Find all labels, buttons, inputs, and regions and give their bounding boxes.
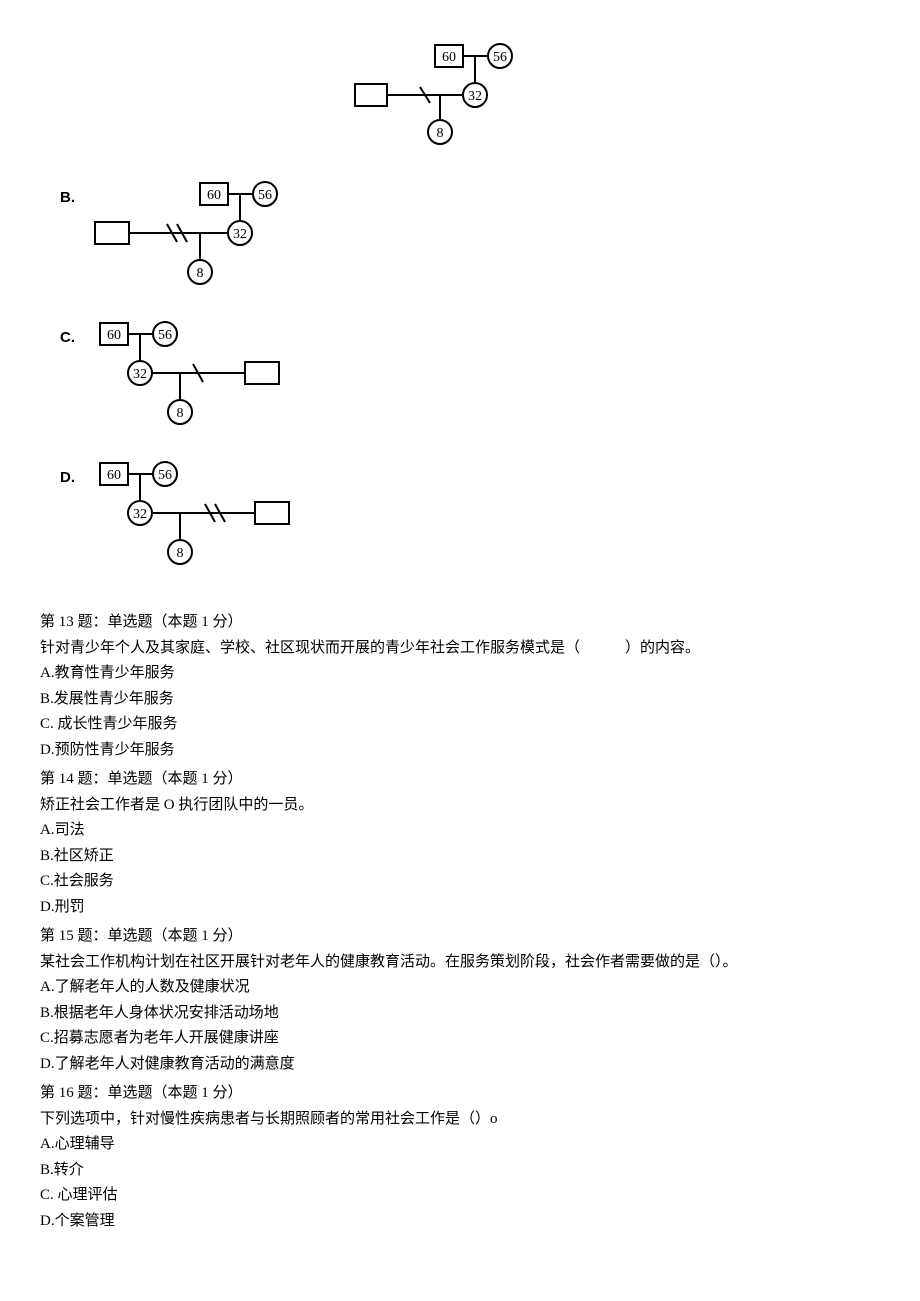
svg-text:56: 56 xyxy=(258,188,272,203)
q15-body: 某社会工作机构计划在社区开展针对老年人的健康教育活动。在服务策划阶段，社会作者需… xyxy=(40,950,880,976)
svg-text:60: 60 xyxy=(107,328,121,343)
diagram-a: 60 56 32 8 xyxy=(340,40,880,160)
q16-option-b: B.转介 xyxy=(40,1158,880,1184)
svg-text:56: 56 xyxy=(158,468,172,483)
pedigree-svg-b: 60 56 32 8 xyxy=(85,180,315,310)
pedigree-diagrams: 60 56 32 8 B. 60 56 xyxy=(40,40,880,590)
svg-text:8: 8 xyxy=(437,126,444,141)
q14-option-b: B.社区矫正 xyxy=(40,844,880,870)
svg-text:60: 60 xyxy=(442,50,456,65)
q13-option-b: B.发展性青少年服务 xyxy=(40,687,880,713)
svg-text:8: 8 xyxy=(177,406,184,421)
svg-text:32: 32 xyxy=(233,227,247,242)
q15-option-b: B.根据老年人身体状况安排活动场地 xyxy=(40,1001,880,1027)
svg-text:8: 8 xyxy=(177,546,184,561)
q15-option-a: A.了解老年人的人数及健康状况 xyxy=(40,975,880,1001)
pedigree-svg-c: 60 56 32 8 xyxy=(85,320,315,450)
diagram-d: D. 60 56 32 8 xyxy=(60,460,880,590)
diagram-b: B. 60 56 32 8 xyxy=(60,180,880,310)
svg-text:56: 56 xyxy=(493,50,507,65)
svg-text:8: 8 xyxy=(197,266,204,281)
svg-text:32: 32 xyxy=(468,89,482,104)
option-label-b: B. xyxy=(60,185,75,211)
q16-option-a: A.心理辅导 xyxy=(40,1132,880,1158)
svg-text:56: 56 xyxy=(158,328,172,343)
q13-option-d: D.预防性青少年服务 xyxy=(40,738,880,764)
q16-header: 第 16 题：单选题（本题 1 分） xyxy=(40,1081,880,1107)
pedigree-svg-d: 60 56 32 8 xyxy=(85,460,325,590)
q15-header: 第 15 题：单选题（本题 1 分） xyxy=(40,924,880,950)
q16-option-d: D.个案管理 xyxy=(40,1209,880,1235)
q13-option-c: C. 成长性青少年服务 xyxy=(40,712,880,738)
q15-option-c: C.招募志愿者为老年人开展健康讲座 xyxy=(40,1026,880,1052)
q16-option-c: C. 心理评估 xyxy=(40,1183,880,1209)
q14-header: 第 14 题：单选题（本题 1 分） xyxy=(40,767,880,793)
svg-text:32: 32 xyxy=(133,367,147,382)
q13-header: 第 13 题：单选题（本题 1 分） xyxy=(40,610,880,636)
q13-option-a: A.教育性青少年服务 xyxy=(40,661,880,687)
q16-body: 下列选项中，针对慢性疾病患者与长期照顾者的常用社会工作是（）o xyxy=(40,1107,880,1133)
q13-body: 针对青少年个人及其家庭、学校、社区现状而开展的青少年社会工作服务模式是（ ）的内… xyxy=(40,636,880,662)
svg-text:32: 32 xyxy=(133,507,147,522)
option-label-d: D. xyxy=(60,465,75,491)
option-label-c: C. xyxy=(60,325,75,351)
diagram-c: C. 60 56 32 8 xyxy=(60,320,880,450)
q14-option-c: C.社会服务 xyxy=(40,869,880,895)
svg-text:60: 60 xyxy=(207,188,221,203)
q15-option-d: D.了解老年人对健康教育活动的满意度 xyxy=(40,1052,880,1078)
pedigree-svg-a: 60 56 32 8 xyxy=(340,40,540,160)
svg-text:60: 60 xyxy=(107,468,121,483)
q14-body: 矫正社会工作者是 O 执行团队中的一员。 xyxy=(40,793,880,819)
q14-option-a: A.司法 xyxy=(40,818,880,844)
q14-option-d: D.刑罚 xyxy=(40,895,880,921)
